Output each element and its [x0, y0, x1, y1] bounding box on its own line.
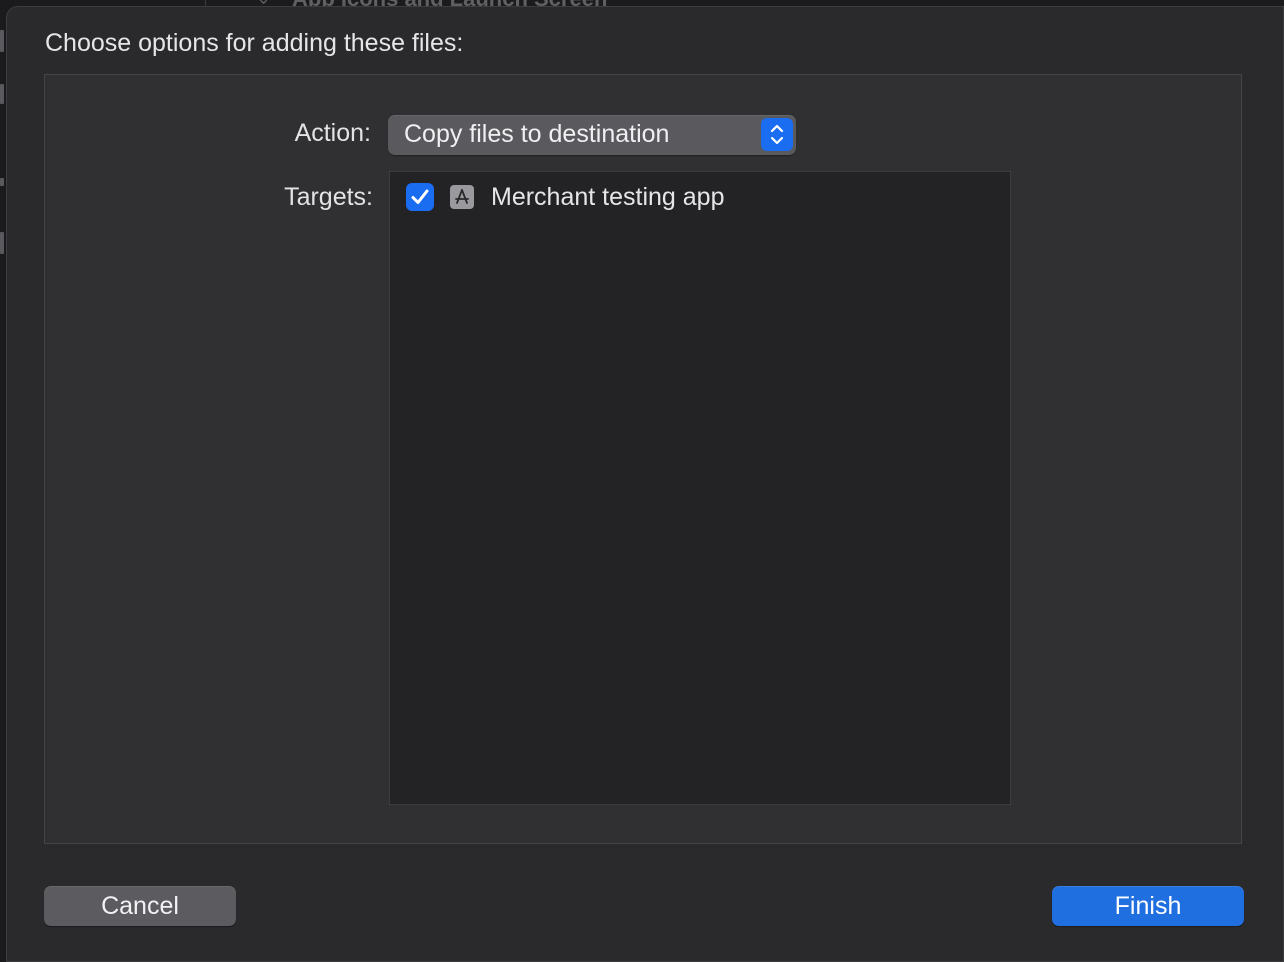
chevron-up-down-icon: [761, 118, 793, 151]
background-sidebar-mark: [0, 232, 4, 254]
background-sidebar-mark: [0, 178, 4, 186]
sheet-title: Choose options for adding these files:: [45, 29, 464, 57]
action-selected-value: Copy files to destination: [404, 120, 670, 148]
app-store-icon: [450, 185, 474, 209]
action-label: Action:: [294, 119, 371, 147]
finish-button[interactable]: Finish: [1052, 886, 1244, 926]
target-checkbox[interactable]: [406, 183, 434, 211]
background-sidebar-mark: [0, 84, 4, 104]
target-name: Merchant testing app: [491, 183, 725, 211]
options-panel: Action: Copy files to destination Target…: [44, 74, 1242, 844]
background-sidebar-mark: [0, 30, 4, 52]
cancel-button[interactable]: Cancel: [44, 886, 236, 926]
target-row[interactable]: Merchant testing app: [390, 172, 1010, 222]
add-files-options-sheet: Choose options for adding these files: A…: [6, 6, 1284, 962]
targets-label: Targets:: [284, 183, 373, 211]
targets-list[interactable]: Merchant testing app: [389, 171, 1011, 805]
action-popup-button[interactable]: Copy files to destination: [388, 115, 796, 155]
